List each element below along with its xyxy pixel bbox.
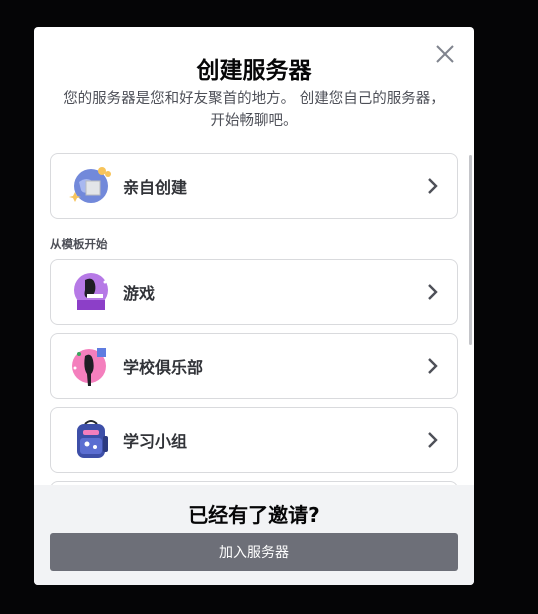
modal-title: 创建服务器 [196,58,312,84]
globe-sparkle-icon [67,162,115,210]
chevron-right-icon [428,178,438,194]
template-study-group-button[interactable]: 学习小组 [50,407,458,473]
create-server-modal: 创建服务器 您的服务器是您和好友聚首的地方。 创建您自己的服务器，开始畅聊吧。 … [34,27,474,585]
footer-title: 已经有了邀请? [188,503,320,527]
template-school-club-button[interactable]: 学校俱乐部 [50,333,458,399]
modal-subtitle: 您的服务器是您和好友聚首的地方。 创建您自己的服务器，开始畅聊吧。 [63,91,445,129]
chevron-right-icon [428,358,438,374]
template-school-club-label: 学校俱乐部 [123,358,204,377]
modal-footer: 已经有了邀请? 加入服务器 [34,485,474,585]
backpack-icon [67,416,115,464]
chevron-right-icon [428,432,438,448]
template-gaming-button[interactable]: 游戏 [50,259,458,325]
create-own-button[interactable]: 亲自创建 [50,153,458,219]
join-server-button[interactable]: 加入服务器 [50,533,458,571]
list-scrollbar[interactable] [469,155,472,345]
template-list[interactable]: 亲自创建 从模板开始 游戏 学校俱乐部 学习小组 [50,153,458,485]
chevron-right-icon [428,284,438,300]
create-own-label: 亲自创建 [123,178,188,197]
school-club-icon [67,342,115,390]
templates-section-header: 从模板开始 [50,237,108,251]
template-study-group-label: 学习小组 [123,432,188,451]
template-gaming-label: 游戏 [123,284,156,303]
gaming-icon [67,268,115,316]
